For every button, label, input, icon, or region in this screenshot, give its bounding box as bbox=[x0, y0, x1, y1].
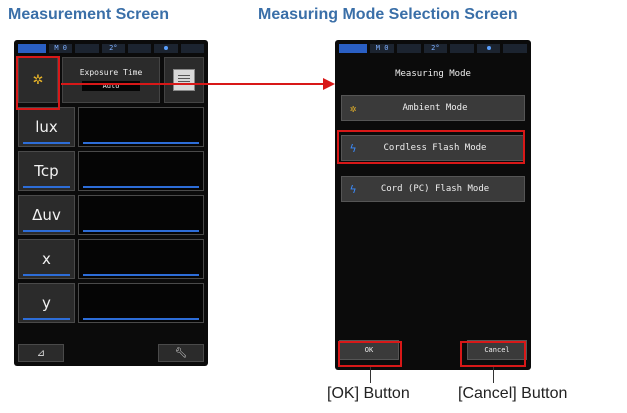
status-bar: M 0 2° bbox=[18, 43, 204, 53]
status-cell bbox=[396, 43, 421, 53]
memory-button[interactable] bbox=[164, 57, 204, 103]
tool-button[interactable]: 🔧︎ bbox=[158, 344, 204, 362]
measurement-value bbox=[78, 151, 204, 191]
measurement-row: y bbox=[18, 283, 204, 323]
option-label: Cord (PC) Flash Mode bbox=[380, 184, 490, 194]
status-cell bbox=[127, 43, 152, 53]
mode-button-highlight bbox=[16, 56, 60, 110]
light-icon bbox=[476, 43, 501, 53]
cordless-option-highlight bbox=[337, 130, 525, 164]
delta-icon: ⊿ bbox=[36, 347, 46, 359]
status-cell bbox=[450, 43, 474, 53]
measurement-item-button[interactable]: Tcp bbox=[18, 151, 75, 191]
screen-title: Measuring Mode bbox=[395, 69, 471, 79]
measurement-item-button[interactable]: Δuv bbox=[18, 195, 75, 235]
measurement-value bbox=[78, 239, 204, 279]
ambient-mode-option[interactable]: ✲ Ambient Mode bbox=[341, 95, 525, 121]
ok-pointer-line bbox=[370, 367, 371, 383]
status-cell bbox=[75, 43, 99, 53]
status-bar: M 0 2° bbox=[339, 43, 527, 53]
wrench-icon: 🔧︎ bbox=[174, 347, 188, 359]
memo-icon bbox=[173, 69, 195, 91]
light-icon bbox=[154, 43, 178, 53]
battery-icon bbox=[339, 43, 368, 53]
sun-icon: ✲ bbox=[349, 101, 357, 115]
status-cell bbox=[180, 43, 204, 53]
arrow-line bbox=[61, 83, 324, 85]
mode-selection-screen: M 0 2° Measuring Mode ✲ Ambient Mode ϟ C… bbox=[335, 40, 531, 370]
selection-screen-heading: Measuring Mode Selection Screen bbox=[258, 6, 518, 23]
measurement-row: Tcp bbox=[18, 151, 204, 191]
measurement-item-button[interactable]: lux bbox=[18, 107, 75, 147]
angle-indicator: 2° bbox=[423, 43, 448, 53]
measurement-row: x bbox=[18, 239, 204, 279]
status-cell bbox=[503, 43, 527, 53]
measurement-value bbox=[78, 283, 204, 323]
exposure-time-label: Exposure Time bbox=[79, 68, 143, 77]
ok-button-callout: [OK] Button bbox=[327, 385, 410, 402]
cancel-button-callout: [Cancel] Button bbox=[458, 385, 568, 402]
measurement-value bbox=[78, 107, 204, 147]
measurement-item-button[interactable]: y bbox=[18, 283, 75, 323]
exposure-time-button[interactable]: Exposure Time Auto bbox=[62, 57, 160, 103]
measurement-screen-heading: Measurement Screen bbox=[8, 6, 169, 23]
measurement-item-button[interactable]: x bbox=[18, 239, 75, 279]
measurement-row: lux bbox=[18, 107, 204, 147]
memory-indicator: M 0 bbox=[370, 43, 394, 53]
cancel-pointer-line bbox=[493, 367, 494, 383]
ok-button-highlight bbox=[338, 341, 402, 367]
arrow-head-icon bbox=[323, 78, 335, 90]
measurement-value bbox=[78, 195, 204, 235]
cord-flash-icon: ϟ bbox=[349, 182, 357, 196]
option-label: Ambient Mode bbox=[402, 103, 468, 113]
memory-indicator: M 0 bbox=[49, 43, 73, 53]
delta-button[interactable]: ⊿ bbox=[18, 344, 64, 362]
angle-indicator: 2° bbox=[101, 43, 125, 53]
measurement-row: Δuv bbox=[18, 195, 204, 235]
cancel-button-highlight bbox=[460, 341, 526, 367]
cord-flash-mode-option[interactable]: ϟ Cord (PC) Flash Mode bbox=[341, 176, 525, 202]
battery-icon bbox=[18, 43, 46, 53]
